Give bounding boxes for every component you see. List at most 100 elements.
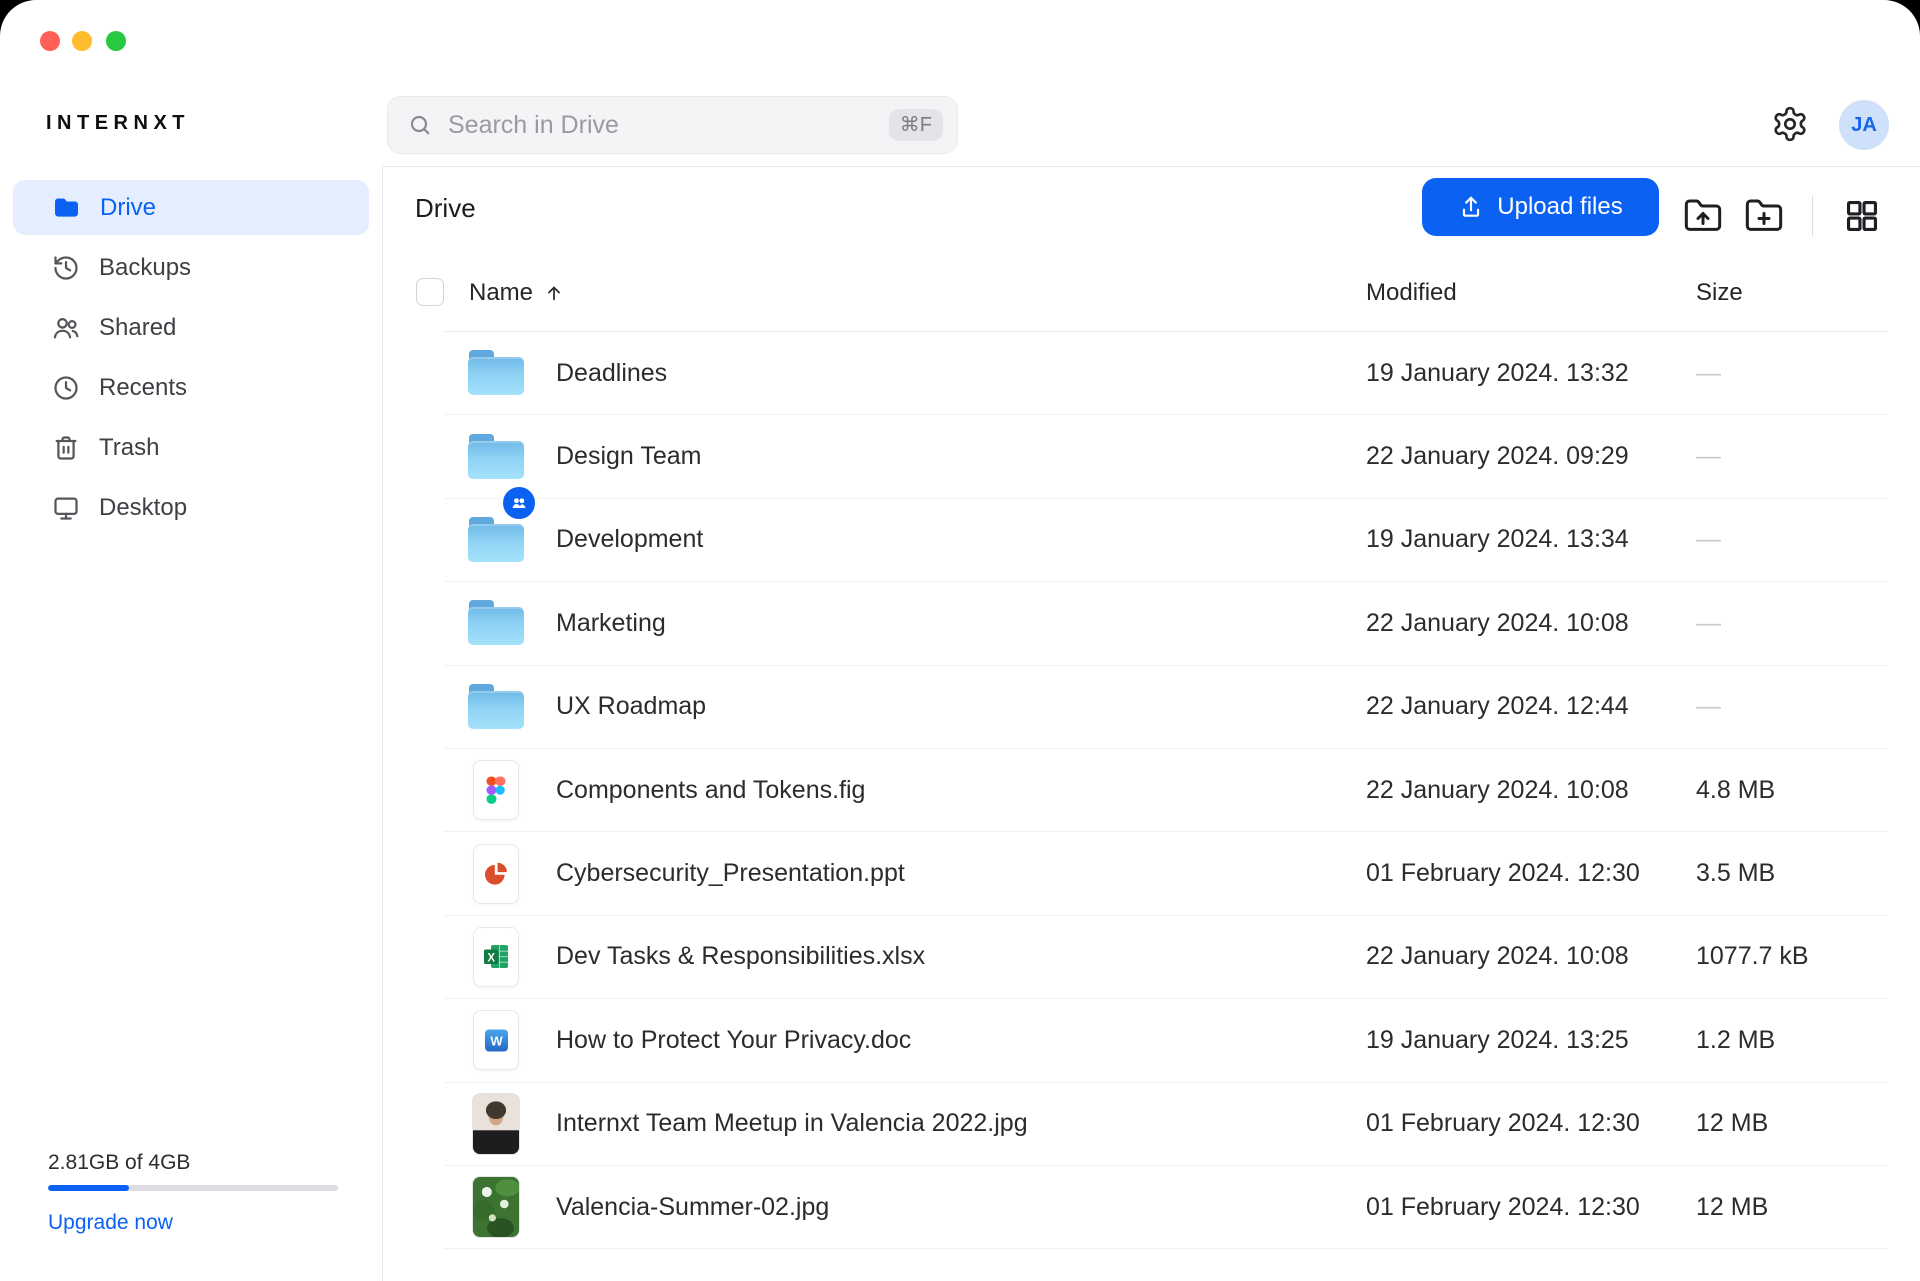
column-header-name[interactable]: Name — [469, 279, 565, 307]
sidebar-item-drive[interactable]: Drive — [13, 180, 369, 235]
sidebar-item-label: Backups — [99, 254, 191, 282]
sort-ascending-icon — [543, 282, 565, 304]
shared-folder-icon — [468, 434, 524, 480]
file-name: Development — [548, 525, 1366, 554]
figma-file-icon — [473, 760, 519, 820]
upload-files-label: Upload files — [1497, 193, 1622, 221]
folder-icon — [468, 684, 524, 730]
folder-icon — [468, 600, 524, 646]
powerpoint-file-icon — [473, 844, 519, 904]
sidebar-item-recents[interactable]: Recents — [13, 360, 369, 415]
file-modified: 19 January 2024. 13:25 — [1366, 1026, 1696, 1055]
file-size: 4.8 MB — [1696, 776, 1887, 805]
folder-upload-icon — [1683, 196, 1723, 236]
close-window-button[interactable] — [40, 31, 60, 51]
table-row-ppt-file[interactable]: Cybersecurity_Presentation.ppt 01 Februa… — [444, 832, 1887, 915]
file-name: Valencia-Summer-02.jpg — [548, 1193, 1366, 1222]
avatar-initials: JA — [1851, 114, 1877, 137]
trash-icon — [52, 434, 80, 462]
select-all-checkbox[interactable] — [416, 278, 444, 306]
file-name: UX Roadmap — [548, 692, 1366, 721]
sidebar-item-label: Shared — [99, 314, 176, 342]
monitor-icon — [52, 494, 80, 522]
file-name: Design Team — [548, 442, 1366, 471]
file-size: — — [1696, 359, 1887, 388]
storage-usage-label: 2.81GB of 4GB — [48, 1151, 338, 1175]
user-avatar[interactable]: JA — [1839, 100, 1889, 150]
sidebar-item-desktop[interactable]: Desktop — [13, 480, 369, 535]
column-header-modified[interactable]: Modified — [1366, 279, 1457, 307]
main-content: Drive Upload files Name Modified Size De… — [384, 167, 1920, 1281]
internxt-logo: INTERNXT — [46, 112, 190, 135]
upload-folder-button[interactable] — [1681, 194, 1725, 238]
grid-view-icon — [1843, 197, 1881, 235]
minimize-window-button[interactable] — [72, 31, 92, 51]
table-row-development[interactable]: Development 19 January 2024. 13:34 — — [444, 499, 1887, 582]
word-file-icon: W — [473, 1010, 519, 1070]
sidebar-item-shared[interactable]: Shared — [13, 300, 369, 355]
folder-icon — [52, 193, 81, 222]
file-size: 12 MB — [1696, 1109, 1887, 1138]
sidebar-item-label: Trash — [99, 434, 159, 462]
file-name: Cybersecurity_Presentation.ppt — [548, 859, 1366, 888]
zoom-window-button[interactable] — [106, 31, 126, 51]
upload-icon — [1458, 194, 1484, 220]
search-shortcut-badge: ⌘F — [889, 109, 943, 141]
sidebar-nav: Drive Backups Shared Recents Trash Deskt… — [0, 167, 382, 535]
folder-icon — [468, 350, 524, 396]
file-modified: 22 January 2024. 10:08 — [1366, 776, 1696, 805]
folder-plus-icon — [1744, 196, 1784, 236]
app-window: INTERNXT ⌘F JA Drive Backups Shared — [0, 0, 1920, 1281]
storage-progress-bar — [48, 1185, 338, 1191]
file-list: Deadlines 19 January 2024. 13:32 — Desig… — [444, 332, 1887, 1249]
file-size: 3.5 MB — [1696, 859, 1887, 888]
folder-icon — [468, 517, 524, 563]
search-bar[interactable]: ⌘F — [387, 96, 958, 154]
file-size: 1.2 MB — [1696, 1026, 1887, 1055]
sidebar-item-backups[interactable]: Backups — [13, 240, 369, 295]
shared-badge-icon — [500, 484, 538, 522]
new-folder-button[interactable] — [1742, 194, 1786, 238]
image-thumbnail — [472, 1093, 520, 1155]
excel-file-icon: X — [473, 927, 519, 987]
history-icon — [52, 254, 80, 282]
svg-text:W: W — [490, 1033, 503, 1048]
table-row-valencia-photo[interactable]: Valencia-Summer-02.jpg 01 February 2024.… — [444, 1166, 1887, 1249]
upgrade-link[interactable]: Upgrade now — [48, 1211, 338, 1235]
table-row-design-team[interactable]: Design Team 22 January 2024. 09:29 — — [444, 415, 1887, 498]
file-modified: 22 January 2024. 12:44 — [1366, 692, 1696, 721]
table-row-xlsx-file[interactable]: X Dev Tasks & Responsibilities.xlsx 22 J… — [444, 916, 1887, 999]
file-modified: 01 February 2024. 12:30 — [1366, 859, 1696, 888]
gear-icon — [1771, 105, 1809, 143]
table-row-meetup-photo[interactable]: Internxt Team Meetup in Valencia 2022.jp… — [444, 1083, 1887, 1166]
table-row-ux-roadmap[interactable]: UX Roadmap 22 January 2024. 12:44 — — [444, 666, 1887, 749]
sidebar: Drive Backups Shared Recents Trash Deskt… — [0, 167, 383, 1281]
table-row-figma-file[interactable]: Components and Tokens.fig 22 January 202… — [444, 749, 1887, 832]
sidebar-item-trash[interactable]: Trash — [13, 420, 369, 475]
search-input[interactable] — [446, 110, 889, 141]
file-modified: 19 January 2024. 13:34 — [1366, 525, 1696, 554]
upload-files-button[interactable]: Upload files — [1422, 178, 1659, 236]
file-name: Internxt Team Meetup in Valencia 2022.jp… — [548, 1109, 1366, 1138]
table-row-doc-file[interactable]: W How to Protect Your Privacy.doc 19 Jan… — [444, 999, 1887, 1082]
search-icon — [408, 113, 432, 137]
settings-button[interactable] — [1770, 104, 1810, 144]
page-title: Drive — [415, 193, 476, 224]
file-modified: 22 January 2024. 10:08 — [1366, 942, 1696, 971]
file-modified: 22 January 2024. 09:29 — [1366, 442, 1696, 471]
sidebar-item-label: Drive — [100, 194, 156, 222]
file-name: Deadlines — [548, 359, 1366, 388]
table-row-deadlines[interactable]: Deadlines 19 January 2024. 13:32 — — [444, 332, 1887, 415]
grid-view-button[interactable] — [1840, 194, 1884, 238]
users-icon — [52, 314, 80, 342]
file-size: 12 MB — [1696, 1193, 1887, 1222]
table-row-marketing[interactable]: Marketing 22 January 2024. 10:08 — — [444, 582, 1887, 665]
file-modified: 01 February 2024. 12:30 — [1366, 1193, 1696, 1222]
file-name: Dev Tasks & Responsibilities.xlsx — [548, 942, 1366, 971]
sidebar-item-label: Desktop — [99, 494, 187, 522]
column-header-size[interactable]: Size — [1696, 279, 1743, 307]
file-size: — — [1696, 525, 1887, 554]
svg-text:X: X — [487, 953, 495, 965]
storage-progress-fill — [48, 1185, 129, 1191]
file-name: Components and Tokens.fig — [548, 776, 1366, 805]
